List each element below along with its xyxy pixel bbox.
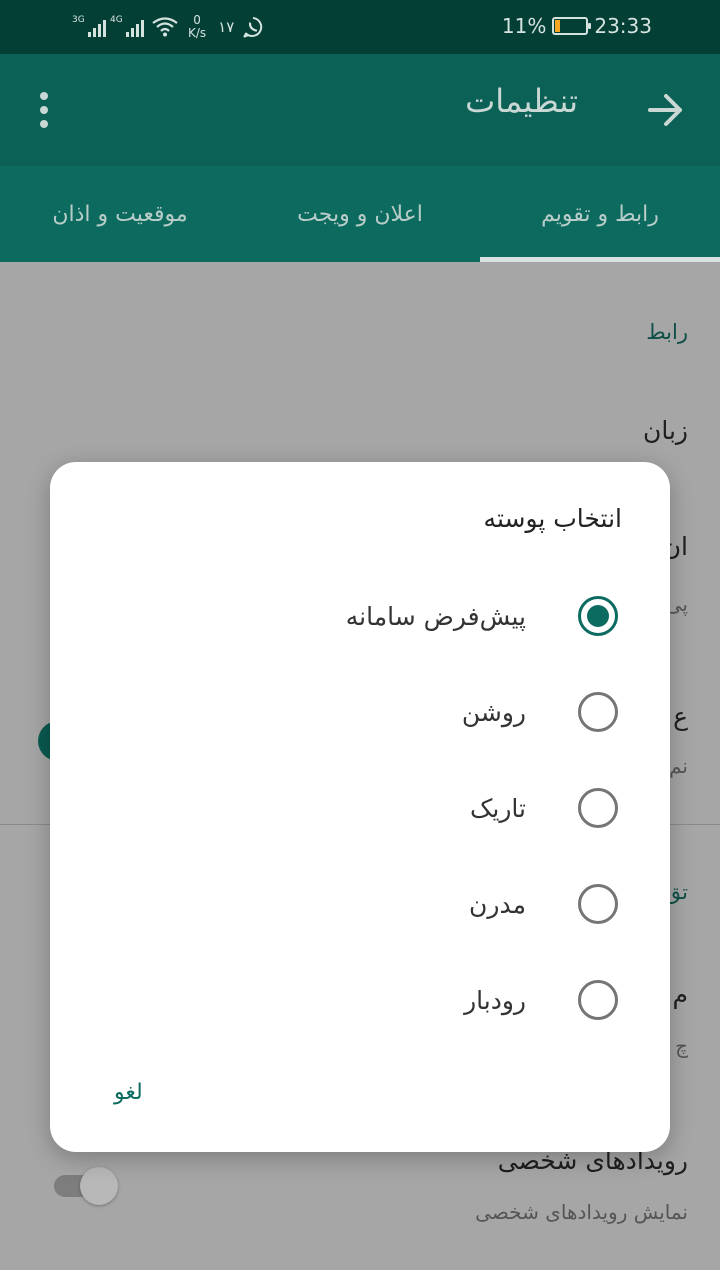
option-roodbar[interactable]: رودبار (50, 952, 670, 1048)
battery-icon (552, 17, 592, 35)
section-header-interface: رابط (646, 320, 688, 344)
clock: 23:33 (594, 14, 652, 38)
speed-unit: K/s (188, 26, 207, 40)
option-system-default[interactable]: پیش‌فرض سامانه (50, 568, 670, 664)
page-title: تنظیمات (465, 82, 578, 120)
tab-bar: رابط و تقویم اعلان و ویجت موقعیت و اذان (0, 166, 720, 262)
app-bar: تنظیمات (0, 54, 720, 166)
wifi-icon (152, 17, 178, 37)
option-light[interactable]: روشن (50, 664, 670, 760)
personal-events-switch[interactable] (54, 1165, 118, 1205)
network-speed: 0 K/s (188, 14, 206, 40)
cancel-button[interactable]: لغو (114, 1080, 143, 1105)
status-left: 3G 4G 0 K/s ۱۷ (72, 10, 264, 44)
option-label: رودبار (464, 985, 526, 1015)
notification-number: ۱۷ (218, 18, 235, 36)
signal-3g-icon: 3G (72, 15, 106, 37)
option-label: تاریک (470, 793, 526, 823)
theme-dialog: انتخاب پوسته پیش‌فرض سامانه روشن تاریک م… (50, 462, 670, 1152)
whatsapp-icon (243, 17, 263, 38)
setting-partial-2[interactable]: ع (673, 702, 688, 731)
status-bar: 3G 4G 0 K/s ۱۷ 11% 23:33 (0, 0, 720, 54)
tab-label: موقعیت و اذان (52, 201, 188, 227)
network-type-4g: 4G (110, 15, 123, 25)
radio-button[interactable] (578, 980, 618, 1020)
option-dark[interactable]: تاریک (50, 760, 670, 856)
option-label: مدرن (469, 889, 526, 919)
radio-button[interactable] (578, 788, 618, 828)
setting-partial-3-sub: چ (675, 1034, 688, 1058)
setting-language[interactable]: زبان (643, 416, 688, 445)
switch-thumb (80, 1167, 118, 1205)
arrow-right-icon[interactable] (646, 90, 686, 130)
radio-button-selected[interactable] (578, 596, 618, 636)
status-right: 11% 23:33 (502, 14, 652, 38)
signal-4g-icon: 4G (110, 15, 144, 37)
option-label: پیش‌فرض سامانه (345, 601, 526, 631)
dialog-title: انتخاب پوسته (483, 504, 622, 533)
setting-partial-2-sub: نم (669, 754, 688, 778)
tab-notification-widget[interactable]: اعلان و ویجت (240, 166, 480, 262)
tab-label: رابط و تقویم (541, 201, 659, 227)
more-vert-icon[interactable] (36, 92, 52, 128)
radio-button[interactable] (578, 884, 618, 924)
setting-personal-events-sub: نمایش رویدادهای شخصی (475, 1200, 688, 1224)
tab-interface-calendar[interactable]: رابط و تقویم (480, 166, 720, 262)
network-type-3g: 3G (72, 15, 85, 25)
battery-percent: 11% (501, 14, 547, 38)
option-modern[interactable]: مدرن (50, 856, 670, 952)
setting-partial-3[interactable]: م (673, 980, 688, 1009)
radio-button[interactable] (578, 692, 618, 732)
tab-label: اعلان و ویجت (297, 201, 423, 227)
tab-location-athan[interactable]: موقعیت و اذان (0, 166, 240, 262)
option-label: روشن (461, 697, 526, 727)
battery-level (555, 20, 561, 32)
